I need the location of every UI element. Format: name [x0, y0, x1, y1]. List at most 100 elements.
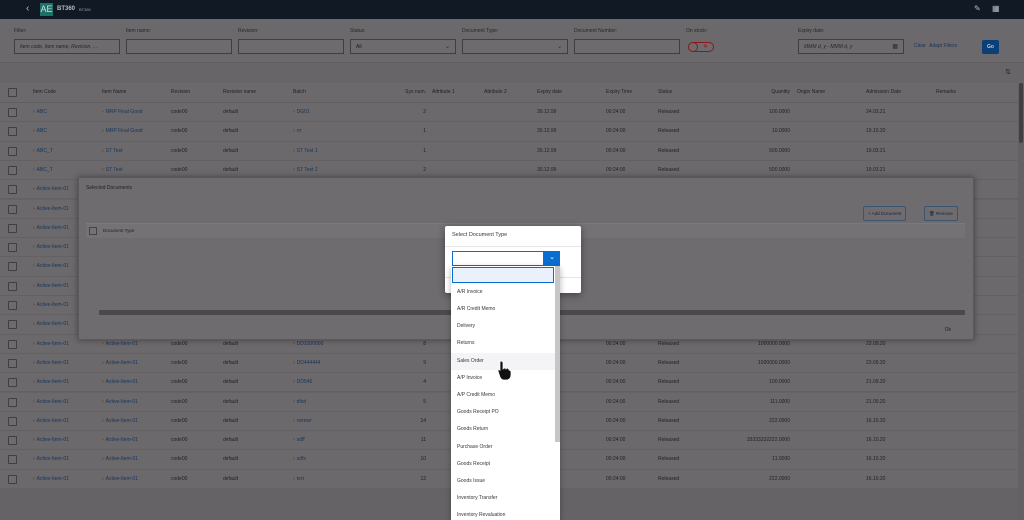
- col-batch[interactable]: Batch: [293, 83, 306, 102]
- clear-button[interactable]: Clear: [914, 43, 926, 49]
- dropdown-option[interactable]: Inventory Revaluation: [451, 507, 555, 520]
- item-code-link[interactable]: › Active-Item-01: [33, 277, 69, 295]
- item-name-link[interactable]: › Active-Item-01: [102, 393, 138, 411]
- item-code-link[interactable]: › Active-Item-01: [33, 431, 69, 449]
- filter-input[interactable]: Item code, Item name, Revision, ...: [14, 39, 120, 54]
- item-code-link[interactable]: › Active-Item-01: [33, 296, 69, 314]
- dropdown-option[interactable]: [452, 267, 554, 283]
- adapt-filters-button[interactable]: Adapt Filters: [929, 43, 957, 49]
- col-attribute-2[interactable]: Attribute 2: [484, 83, 507, 102]
- item-code-link[interactable]: › Active-Item-01: [33, 219, 69, 237]
- row-checkbox[interactable]: [8, 378, 17, 388]
- col-revision[interactable]: Revision: [171, 83, 190, 102]
- batch-link[interactable]: › DD444444: [293, 354, 321, 372]
- add-document-button[interactable]: + Add Document: [863, 206, 907, 221]
- col-admission-date[interactable]: Admission Date: [866, 83, 901, 102]
- item-name-link[interactable]: › Active-Item-01: [102, 431, 138, 449]
- col-expiry-time[interactable]: Expiry Time: [606, 83, 632, 102]
- batch-link[interactable]: › DG01: [293, 103, 310, 121]
- col-remarks[interactable]: Remarks: [936, 83, 956, 102]
- table-row[interactable]: › ABC_T › ST Test code00 default › ST Test 1 1 30…: [0, 141, 1018, 161]
- item-code-link[interactable]: › Active-Item-01: [33, 393, 69, 411]
- col-attribute-1[interactable]: Attribute 1: [432, 83, 455, 102]
- batch-link[interactable]: › sdfs: [293, 450, 306, 468]
- revision-input[interactable]: [238, 39, 344, 54]
- item-name-link[interactable]: › Active-Item-01: [102, 412, 138, 430]
- row-checkbox[interactable]: [8, 204, 17, 214]
- document-type-combobox[interactable]: [452, 251, 544, 266]
- item-code-link[interactable]: › Active-Item-01: [33, 315, 69, 333]
- item-code-link[interactable]: › Active-Item-01: [33, 412, 69, 430]
- doc-number-input[interactable]: [574, 39, 680, 54]
- item-name-input[interactable]: [126, 39, 232, 54]
- table-scrollbar[interactable]: [1018, 83, 1024, 520]
- row-checkbox[interactable]: [8, 223, 17, 233]
- chevron-down-icon[interactable]: ⌄: [544, 251, 560, 266]
- item-name-link[interactable]: › MRP Final Good: [102, 122, 143, 140]
- row-checkbox[interactable]: [8, 146, 17, 156]
- expiry-date-input[interactable]: MMM d, y - MMM d, y ▦: [798, 39, 904, 54]
- batch-link[interactable]: › rrr: [293, 122, 302, 140]
- col-status[interactable]: Status: [658, 83, 672, 102]
- row-checkbox[interactable]: [8, 339, 17, 349]
- batch-link[interactable]: › dfsd: [293, 393, 306, 411]
- row-checkbox[interactable]: [8, 165, 17, 175]
- row-checkbox[interactable]: [8, 185, 17, 195]
- col-item-name[interactable]: Item Name: [102, 83, 126, 102]
- item-name-link[interactable]: › Active-Item-01: [102, 450, 138, 468]
- col-revision-name[interactable]: Revision name: [223, 83, 256, 102]
- grid-menu-icon[interactable]: ▦: [992, 4, 1000, 13]
- item-code-link[interactable]: › Active-Item-01: [33, 200, 69, 218]
- dropdown-option[interactable]: A/P Credit Memo: [451, 387, 555, 404]
- batch-link[interactable]: › rwrewr: [293, 412, 312, 430]
- dropdown-option[interactable]: Returns: [451, 335, 555, 352]
- ok-button[interactable]: Ok: [945, 327, 951, 333]
- item-code-link[interactable]: › ABC: [33, 122, 47, 140]
- row-checkbox[interactable]: [8, 108, 17, 117]
- dropdown-option[interactable]: Goods Receipt PO: [451, 404, 555, 421]
- col-origin-name[interactable]: Origin Name: [797, 83, 825, 102]
- col-item-code[interactable]: Item Code: [33, 83, 56, 102]
- item-code-link[interactable]: › ABC_T: [33, 142, 53, 160]
- item-code-link[interactable]: › Active-Item-01: [33, 180, 69, 198]
- row-checkbox[interactable]: [8, 320, 17, 330]
- sort-icon[interactable]: ⇅: [1005, 68, 1011, 76]
- item-code-link[interactable]: › Active-Item-01: [33, 470, 69, 488]
- row-checkbox[interactable]: [8, 416, 17, 426]
- row-checkbox[interactable]: [8, 358, 17, 368]
- remove-button[interactable]: 🗑 Remove: [924, 206, 958, 221]
- item-name-link[interactable]: › Active-Item-01: [102, 373, 138, 391]
- item-code-link[interactable]: › Active-Item-01: [33, 354, 69, 372]
- item-code-link[interactable]: › ABC_T: [33, 161, 53, 179]
- batch-link[interactable]: › tert: [293, 470, 304, 488]
- batch-link[interactable]: › sdff: [293, 431, 305, 449]
- row-checkbox[interactable]: [8, 301, 17, 310]
- item-name-link[interactable]: › Active-Item-01: [102, 354, 138, 372]
- back-icon[interactable]: ‹: [26, 3, 29, 14]
- row-checkbox[interactable]: [8, 436, 17, 446]
- row-checkbox[interactable]: [8, 281, 17, 291]
- row-checkbox[interactable]: [8, 127, 17, 137]
- edit-icon[interactable]: ✎: [974, 4, 981, 13]
- batch-link[interactable]: › ST Test 1: [293, 142, 318, 160]
- dropdown-option[interactable]: Inventory Transfer: [451, 490, 555, 507]
- item-name-link[interactable]: › MRP Final Good: [102, 103, 143, 121]
- item-code-link[interactable]: › Active-Item-01: [33, 257, 69, 275]
- status-select[interactable]: All ⌄: [350, 39, 456, 54]
- dropdown-option[interactable]: Purchase Order: [451, 439, 555, 456]
- dropdown-option[interactable]: A/R Credit Memo: [451, 301, 555, 318]
- row-checkbox[interactable]: [8, 455, 17, 465]
- item-code-link[interactable]: › Active-Item-01: [33, 335, 69, 353]
- dropdown-option[interactable]: Goods Issue: [451, 473, 555, 490]
- item-code-link[interactable]: › Active-Item-01: [33, 238, 69, 256]
- select-all-checkbox[interactable]: [8, 88, 17, 97]
- row-checkbox[interactable]: [8, 243, 17, 253]
- row-checkbox[interactable]: [8, 474, 17, 484]
- dropdown-option[interactable]: Delivery: [451, 318, 555, 335]
- dropdown-option[interactable]: Goods Receipt: [451, 456, 555, 473]
- go-button[interactable]: Go: [982, 40, 999, 54]
- calendar-icon[interactable]: ▦: [892, 43, 898, 50]
- batch-link[interactable]: › DD546: [293, 373, 312, 391]
- col-sys-num[interactable]: Sys num.: [390, 83, 426, 102]
- dropdown-scrollbar[interactable]: [555, 266, 560, 442]
